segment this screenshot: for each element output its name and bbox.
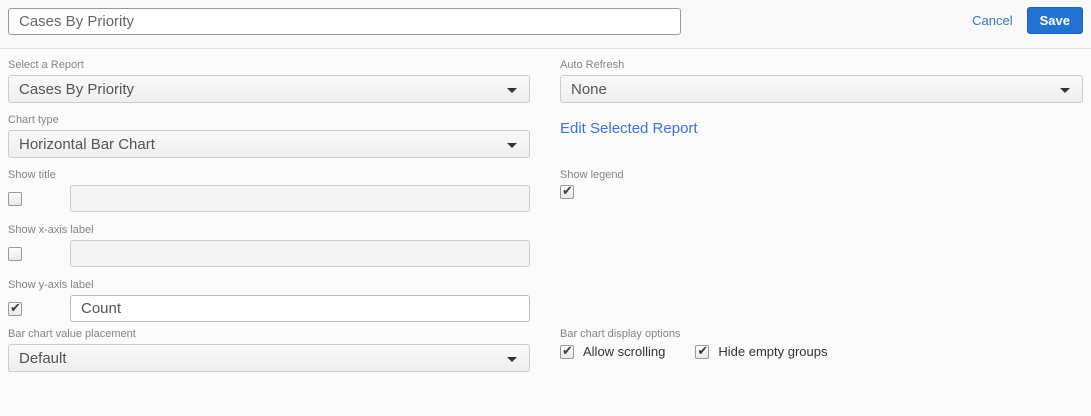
hide-empty-groups-checkbox[interactable] (695, 343, 710, 359)
header-bar: Cancel Save (0, 0, 1091, 49)
auto-refresh-value: None (571, 80, 607, 98)
show-y-axis-group: Show y-axis label (8, 279, 530, 322)
chart-type-dropdown[interactable]: Horizontal Bar Chart (8, 130, 530, 158)
header-actions: Cancel Save (972, 7, 1083, 34)
x-axis-text-input (70, 240, 530, 267)
value-placement-dropdown[interactable]: Default (8, 344, 530, 372)
show-title-label: Show title (8, 169, 56, 181)
allow-scrolling-label: Allow scrolling (583, 344, 666, 359)
show-x-axis-label: Show x-axis label (8, 224, 94, 236)
display-options-group: Bar chart display options Allow scrollin… (560, 328, 828, 359)
show-x-axis-checkbox[interactable] (8, 246, 22, 261)
title-text-input (70, 185, 530, 212)
show-legend-label: Show legend (560, 169, 624, 181)
show-y-axis-checkbox[interactable] (8, 300, 22, 316)
show-title-group: Show title (8, 169, 530, 212)
value-placement-label: Bar chart value placement (8, 328, 136, 340)
select-report-value: Cases By Priority (19, 80, 135, 98)
allow-scrolling-checkbox[interactable] (560, 343, 574, 359)
auto-refresh-dropdown[interactable]: None (560, 75, 1083, 103)
chevron-down-icon (507, 357, 517, 362)
y-axis-text-input[interactable] (70, 295, 530, 322)
value-placement-group: Bar chart value placement Default (8, 328, 530, 372)
chevron-down-icon (1060, 88, 1070, 93)
show-legend-group: Show legend (560, 169, 624, 199)
show-x-axis-group: Show x-axis label (8, 224, 530, 267)
auto-refresh-label: Auto Refresh (560, 59, 625, 71)
auto-refresh-group: Auto Refresh None (560, 59, 1083, 103)
chevron-down-icon (507, 143, 517, 148)
chart-type-group: Chart type Horizontal Bar Chart (8, 114, 530, 158)
hide-empty-groups-label: Hide empty groups (718, 344, 828, 359)
chart-type-value: Horizontal Bar Chart (19, 135, 155, 153)
cancel-button[interactable]: Cancel (972, 13, 1012, 28)
select-report-group: Select a Report Cases By Priority (8, 59, 530, 103)
display-options-label: Bar chart display options (560, 328, 681, 340)
show-y-axis-label: Show y-axis label (8, 279, 94, 291)
save-button[interactable]: Save (1026, 7, 1083, 34)
show-legend-checkbox[interactable] (560, 183, 574, 199)
chart-type-label: Chart type (8, 114, 59, 126)
edit-report-group: Edit Selected Report (560, 120, 698, 138)
widget-config-panel: Cancel Save Select a Report Cases By Pri… (0, 0, 1091, 416)
chevron-down-icon (507, 88, 517, 93)
select-report-dropdown[interactable]: Cases By Priority (8, 75, 530, 103)
widget-title-input[interactable] (8, 8, 681, 35)
show-title-checkbox[interactable] (8, 191, 22, 206)
edit-selected-report-link[interactable]: Edit Selected Report (560, 120, 698, 137)
select-report-label: Select a Report (8, 59, 84, 71)
value-placement-value: Default (19, 349, 67, 367)
